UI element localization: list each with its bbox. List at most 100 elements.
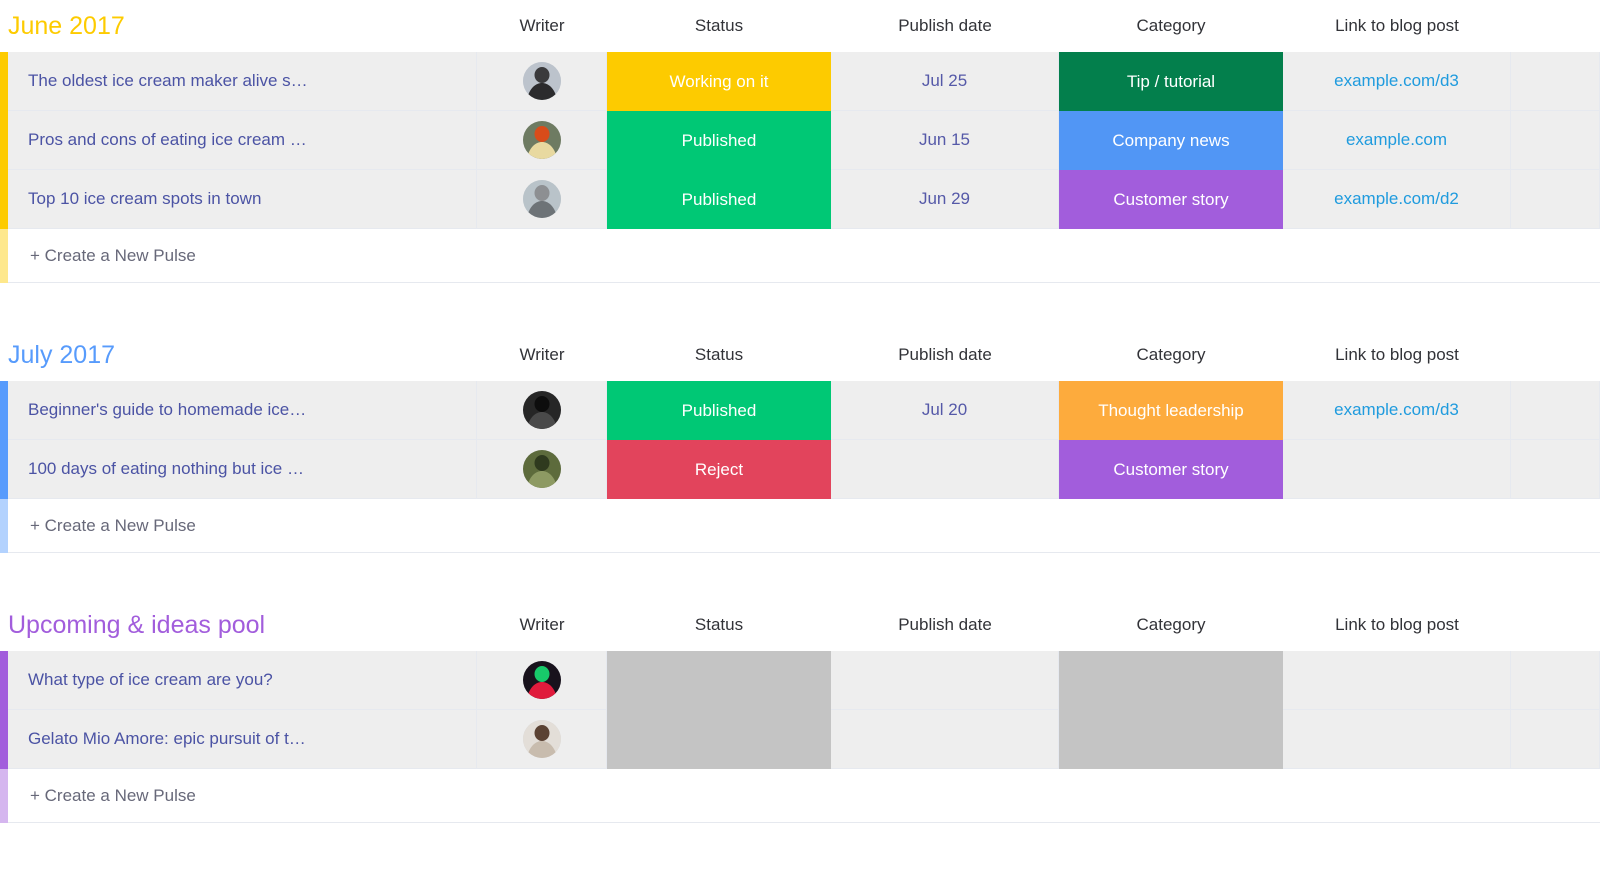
column-header-publish-date[interactable]: Publish date	[831, 615, 1059, 635]
link-cell[interactable]: example.com	[1283, 111, 1511, 170]
category-cell[interactable]: Customer story	[1059, 170, 1283, 229]
publish-date-cell[interactable]: Jul 25	[831, 52, 1059, 111]
add-pulse-row[interactable]: + Create a New Pulse	[0, 229, 1600, 283]
column-header-category[interactable]: Category	[1059, 345, 1283, 365]
row-color-bar	[0, 381, 8, 440]
status-cell[interactable]	[607, 710, 831, 769]
status-cell[interactable]: Reject	[607, 440, 831, 499]
writer-cell[interactable]	[477, 381, 607, 440]
publish-date-cell[interactable]	[831, 710, 1059, 769]
category-cell[interactable]: Customer story	[1059, 440, 1283, 499]
column-headers: Writer Status Publish date Category Link to …	[477, 345, 1600, 365]
add-pulse-row[interactable]: + Create a New Pulse	[0, 499, 1600, 553]
publish-date-cell[interactable]: Jul 20	[831, 381, 1059, 440]
row-color-bar	[0, 651, 8, 710]
extra-cell[interactable]	[1511, 651, 1600, 710]
extra-cell[interactable]	[1511, 170, 1600, 229]
row-title[interactable]: Beginner's guide to homemade ice…	[8, 381, 477, 440]
status-cell[interactable]	[607, 651, 831, 710]
group-rows: The oldest ice cream maker alive s… Worki…	[0, 52, 1600, 229]
group-title[interactable]: Upcoming & ideas pool	[0, 612, 265, 638]
publish-date-cell[interactable]: Jun 29	[831, 170, 1059, 229]
column-header-link[interactable]: Link to blog post	[1283, 615, 1511, 635]
avatar[interactable]	[522, 720, 561, 758]
row-title[interactable]: 100 days of eating nothing but ice …	[8, 440, 477, 499]
publish-date-cell[interactable]	[831, 651, 1059, 710]
group-title[interactable]: July 2017	[0, 342, 115, 368]
extra-cell[interactable]	[1511, 710, 1600, 769]
writer-cell[interactable]	[477, 111, 607, 170]
column-header-publish-date[interactable]: Publish date	[831, 16, 1059, 36]
category-cell[interactable]: Company news	[1059, 111, 1283, 170]
column-header-publish-date[interactable]: Publish date	[831, 345, 1059, 365]
table-row[interactable]: The oldest ice cream maker alive s… Worki…	[0, 52, 1600, 111]
column-header-category[interactable]: Category	[1059, 16, 1283, 36]
column-header-link[interactable]: Link to blog post	[1283, 16, 1511, 36]
add-pulse-label[interactable]: + Create a New Pulse	[8, 769, 1600, 823]
status-cell[interactable]: Published	[607, 111, 831, 170]
row-title[interactable]: Gelato Mio Amore: epic pursuit of t…	[8, 710, 477, 769]
column-header-writer[interactable]: Writer	[477, 345, 607, 365]
row-title[interactable]: What type of ice cream are you?	[8, 651, 477, 710]
category-cell[interactable]	[1059, 651, 1283, 710]
avatar[interactable]	[522, 62, 561, 100]
link-cell[interactable]	[1283, 710, 1511, 769]
table-row[interactable]: Pros and cons of eating ice cream … Publi…	[0, 111, 1600, 170]
link-cell[interactable]: example.com/d3	[1283, 381, 1511, 440]
extra-cell[interactable]	[1511, 381, 1600, 440]
group-3: Upcoming & ideas pool Writer Status Publish…	[0, 553, 1600, 823]
table-row[interactable]: Gelato Mio Amore: epic pursuit of t…	[0, 710, 1600, 769]
column-header-writer[interactable]: Writer	[477, 16, 607, 36]
writer-cell[interactable]	[477, 651, 607, 710]
publish-date-cell[interactable]: Jun 15	[831, 111, 1059, 170]
group-header: June 2017 Writer Status Publish date Categor…	[0, 0, 1600, 52]
extra-cell[interactable]	[1511, 52, 1600, 111]
group-header: July 2017 Writer Status Publish date Categor…	[0, 329, 1600, 381]
add-pulse-label[interactable]: + Create a New Pulse	[8, 229, 1600, 283]
avatar[interactable]	[522, 180, 561, 218]
add-pulse-label[interactable]: + Create a New Pulse	[8, 499, 1600, 553]
link-cell[interactable]	[1283, 651, 1511, 710]
table-row[interactable]: Top 10 ice cream spots in town Published J…	[0, 170, 1600, 229]
avatar[interactable]	[522, 661, 561, 699]
avatar[interactable]	[522, 121, 561, 159]
row-color-bar	[0, 52, 8, 111]
avatar[interactable]	[522, 391, 561, 429]
group-title[interactable]: June 2017	[0, 13, 125, 39]
column-header-link[interactable]: Link to blog post	[1283, 345, 1511, 365]
writer-cell[interactable]	[477, 710, 607, 769]
column-header-status[interactable]: Status	[607, 615, 831, 635]
status-cell[interactable]: Working on it	[607, 52, 831, 111]
column-header-category[interactable]: Category	[1059, 615, 1283, 635]
extra-cell[interactable]	[1511, 111, 1600, 170]
writer-cell[interactable]	[477, 52, 607, 111]
category-cell[interactable]: Tip / tutorial	[1059, 52, 1283, 111]
add-pulse-row[interactable]: + Create a New Pulse	[0, 769, 1600, 823]
row-title[interactable]: Top 10 ice cream spots in town	[8, 170, 477, 229]
link-cell[interactable]	[1283, 440, 1511, 499]
writer-cell[interactable]	[477, 170, 607, 229]
extra-cell[interactable]	[1511, 440, 1600, 499]
avatar[interactable]	[522, 450, 561, 488]
row-title[interactable]: Pros and cons of eating ice cream …	[8, 111, 477, 170]
category-cell[interactable]	[1059, 710, 1283, 769]
table-row[interactable]: Beginner's guide to homemade ice… Publish…	[0, 381, 1600, 440]
group-header: Upcoming & ideas pool Writer Status Publish…	[0, 599, 1600, 651]
table-row[interactable]: 100 days of eating nothing but ice … Reje…	[0, 440, 1600, 499]
column-header-status[interactable]: Status	[607, 345, 831, 365]
publish-date-cell[interactable]	[831, 440, 1059, 499]
link-cell[interactable]: example.com/d3	[1283, 52, 1511, 111]
row-title[interactable]: The oldest ice cream maker alive s…	[8, 52, 477, 111]
column-header-writer[interactable]: Writer	[477, 615, 607, 635]
add-row-color-bar	[0, 499, 8, 553]
status-cell[interactable]: Published	[607, 381, 831, 440]
column-header-status[interactable]: Status	[607, 16, 831, 36]
status-cell[interactable]: Published	[607, 170, 831, 229]
category-cell[interactable]: Thought leadership	[1059, 381, 1283, 440]
board: June 2017 Writer Status Publish date Categor…	[0, 0, 1600, 823]
table-row[interactable]: What type of ice cream are you?	[0, 651, 1600, 710]
row-color-bar	[0, 440, 8, 499]
link-cell[interactable]: example.com/d2	[1283, 170, 1511, 229]
group-spacer	[0, 553, 1600, 599]
writer-cell[interactable]	[477, 440, 607, 499]
